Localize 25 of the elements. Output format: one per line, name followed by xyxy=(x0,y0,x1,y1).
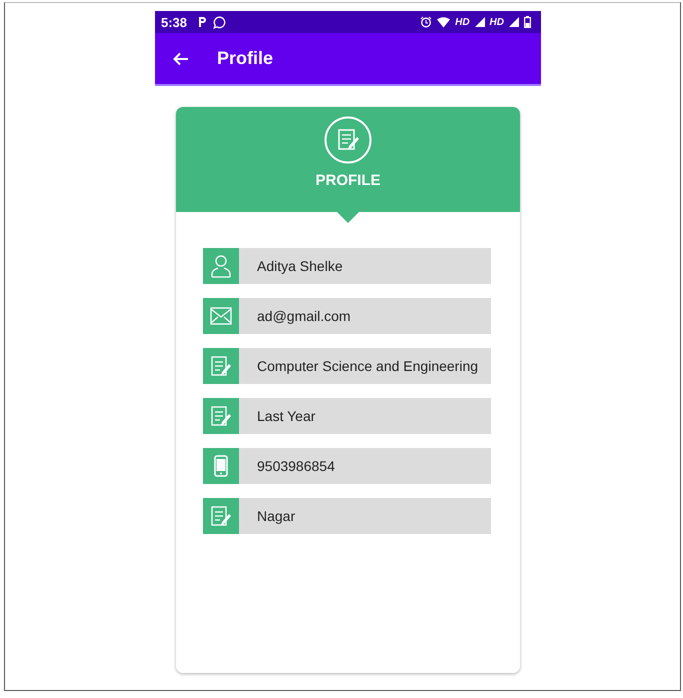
network-label: HD xyxy=(490,16,504,28)
notepad-icon xyxy=(210,355,232,377)
mail-icon xyxy=(210,307,232,325)
profile-field: ad@gmail.com xyxy=(257,308,351,324)
profile-field: Last Year xyxy=(257,408,316,424)
signal-icon xyxy=(509,17,519,27)
status-time: 5:38 xyxy=(161,14,188,30)
wifi-icon xyxy=(437,16,450,28)
notepad-icon xyxy=(210,405,232,427)
alarm-icon xyxy=(420,16,432,28)
profile-field: Nagar xyxy=(257,508,296,524)
screen-title: Profile xyxy=(217,48,274,69)
profile-field: 9503986854 xyxy=(257,458,335,474)
chat-bubble-icon xyxy=(213,16,226,28)
notepad-icon xyxy=(210,505,232,527)
card-title: PROFILE xyxy=(315,172,380,189)
phone-icon xyxy=(214,455,228,477)
person-icon xyxy=(210,254,232,278)
network-label: HD xyxy=(455,16,470,28)
battery-icon xyxy=(524,16,531,28)
profile-field: Aditya Shelke xyxy=(257,258,343,274)
back-arrow-icon[interactable] xyxy=(173,52,189,66)
signal-icon xyxy=(474,17,485,27)
notepad-icon xyxy=(324,116,372,164)
parking-icon xyxy=(196,16,208,28)
